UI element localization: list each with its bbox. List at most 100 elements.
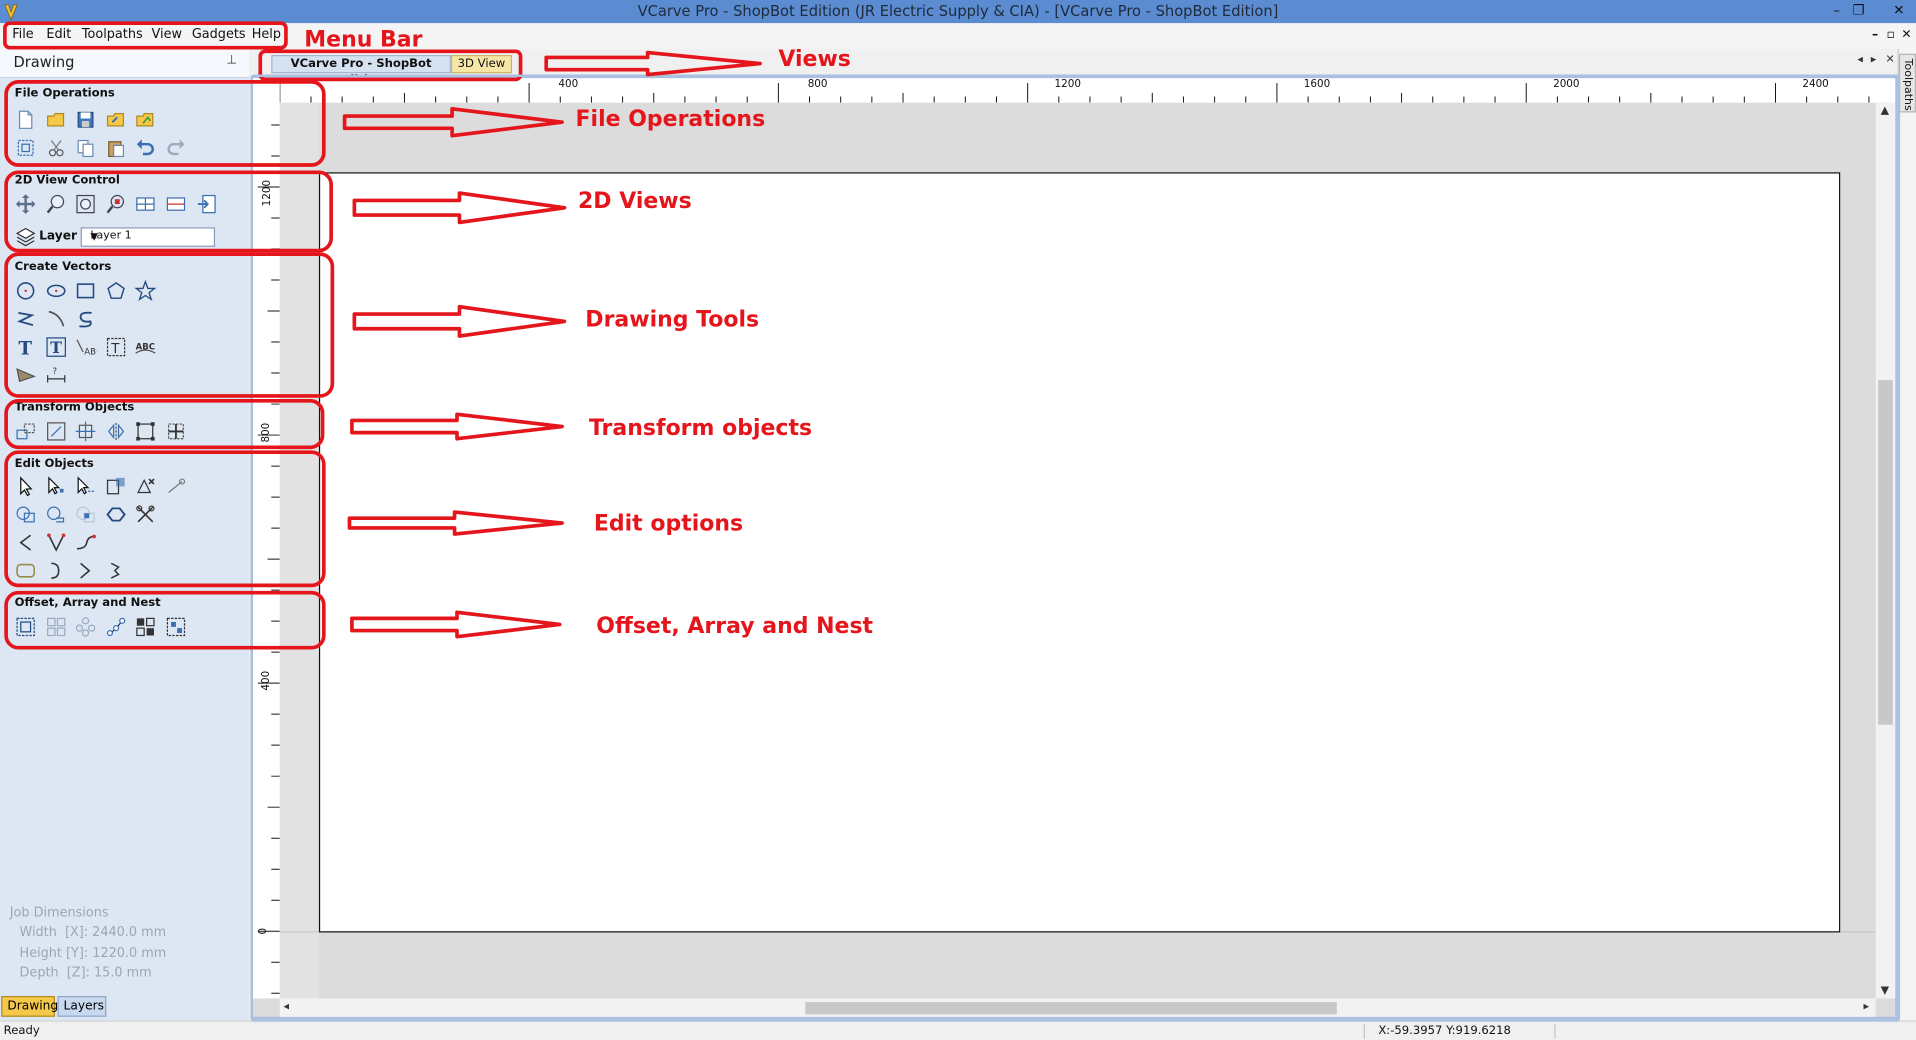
pin-icon[interactable]: ⊥ [226,54,237,67]
circle-tool-icon[interactable] [15,280,37,302]
polyline-tool-icon[interactable] [15,308,37,330]
new-file-icon[interactable] [15,109,37,131]
cut-icon[interactable] [45,137,67,159]
bend-text-icon[interactable]: ABC [134,336,156,358]
paste-icon[interactable] [105,137,127,159]
undo-icon[interactable] [134,137,156,159]
scroll-left-icon[interactable]: ◂ [283,1001,289,1013]
minimize-button[interactable]: – [1826,1,1848,21]
horizontal-scrollbar-thumb[interactable] [805,1002,1337,1015]
mdi-restore-button[interactable]: ▫ [1887,28,1895,41]
ruler-label-2400: 2400 [1802,78,1829,91]
extend-vector-icon[interactable] [45,560,67,582]
nest-parts-icon[interactable] [165,616,187,638]
center-align-icon[interactable] [75,420,97,442]
distort-icon[interactable] [165,420,187,442]
offset-icon[interactable] [15,616,37,638]
show-material-icon[interactable] [134,193,156,215]
tab-layers[interactable]: Layers [57,996,107,1017]
scale-icon[interactable] [134,420,156,442]
subtract-icon[interactable] [45,504,67,526]
copy-icon[interactable] [75,137,97,159]
mdi-close-button[interactable]: ✕ [1901,28,1911,41]
draw-dimension-icon[interactable] [15,364,37,386]
job-dimensions-title: Job Dimensions [9,905,109,921]
delete-similar-icon[interactable] [134,475,156,497]
section-offset-array-nest: Offset, Array and Nest [14,596,161,610]
layer-select[interactable]: Layer 1 ▼ [80,227,216,247]
move-icon[interactable] [15,420,37,442]
text-on-curve-icon[interactable]: ABC [75,336,97,358]
smooth-curve-icon[interactable] [75,532,97,554]
job-setup-icon[interactable] [15,137,37,159]
toolpaths-tab[interactable]: Toolpaths [1898,53,1916,113]
import-bitmap-icon[interactable] [134,109,156,131]
star-tool-icon[interactable] [134,279,157,302]
tab-3d-view[interactable]: 3D View [450,54,512,74]
menu-file[interactable]: File [12,27,33,42]
interactive-trim-icon[interactable] [75,475,97,497]
dimension-tool-icon[interactable]: ? [45,364,67,386]
status-ready: Ready [3,1024,40,1038]
close-button[interactable]: ✕ [1888,1,1910,21]
pan-icon[interactable] [15,193,37,215]
nesting-icon[interactable] [134,616,156,638]
material-sheet[interactable] [318,172,1841,933]
annotation-drawing-tools: Drawing Tools [585,306,760,333]
rectangle-tool-icon[interactable] [75,280,97,302]
arc-text-icon[interactable]: T [105,336,127,358]
curve-tool-icon[interactable] [75,308,97,330]
chamfer-icon[interactable] [45,532,67,554]
circular-array-icon[interactable] [75,616,97,638]
show-3d-icon[interactable] [196,193,218,215]
vector-selector-icon[interactable] [105,475,127,497]
close-vectors-icon[interactable] [15,560,37,582]
mdi-minimize-button[interactable]: – [1872,28,1878,41]
curve-fit-icon[interactable] [75,560,97,582]
menu-gadgets[interactable]: Gadgets [192,27,246,42]
tab-scroll-left-icon[interactable]: ◂ [1857,54,1863,66]
auto-layout-text-icon[interactable]: T [45,336,67,358]
menu-help[interactable]: Help [252,27,281,42]
create-tabs-icon[interactable] [105,560,127,582]
text-tool-icon[interactable]: T [15,336,37,358]
scroll-right-icon[interactable]: ▸ [1863,1001,1869,1013]
measure-icon[interactable] [165,475,187,497]
import-vectors-icon[interactable] [105,109,127,131]
menu-view[interactable]: View [152,27,182,42]
copy-along-vectors-icon[interactable] [105,616,127,638]
ellipse-tool-icon[interactable] [45,280,67,302]
align-icon[interactable] [45,420,67,442]
tab-close-icon[interactable]: ✕ [1885,54,1894,66]
redo-icon[interactable] [165,137,187,159]
node-edit-icon[interactable] [45,475,67,497]
weld-icon[interactable] [15,504,37,526]
select-icon[interactable] [15,475,37,497]
vertical-scrollbar-thumb[interactable] [1878,380,1893,725]
trim-vectors-icon[interactable] [134,504,156,526]
zoom-selection-icon[interactable] [105,193,127,215]
arc-tool-icon[interactable] [45,308,67,330]
scroll-down-icon[interactable]: ▼ [1881,985,1889,997]
block-array-icon[interactable] [45,616,67,638]
tab-scroll-right-icon[interactable]: ▸ [1871,54,1877,66]
show-grid-icon[interactable] [165,193,187,215]
zoom-extents-icon[interactable] [75,193,97,215]
status-separator [1554,1024,1556,1039]
mirror-icon[interactable] [105,420,127,442]
status-separator [1363,1024,1365,1039]
save-icon[interactable] [75,109,97,131]
scroll-up-icon[interactable]: ▲ [1881,105,1889,117]
fillet-icon[interactable] [15,532,37,554]
open-file-icon[interactable] [45,109,67,131]
menu-toolpaths[interactable]: Toolpaths [82,27,143,42]
polygon-tool-icon[interactable] [105,280,127,302]
join-vectors-icon[interactable] [105,504,127,526]
tab-2d-view[interactable]: VCarve Pro - ShopBot Edition [271,54,451,87]
restore-button[interactable]: ❐ [1848,1,1870,21]
annotation-views: Views [778,46,851,73]
intersect-icon[interactable] [75,504,97,526]
zoom-box-icon[interactable] [45,193,67,215]
tab-drawing[interactable]: Drawing [1,996,58,1017]
menu-edit[interactable]: Edit [46,27,71,42]
